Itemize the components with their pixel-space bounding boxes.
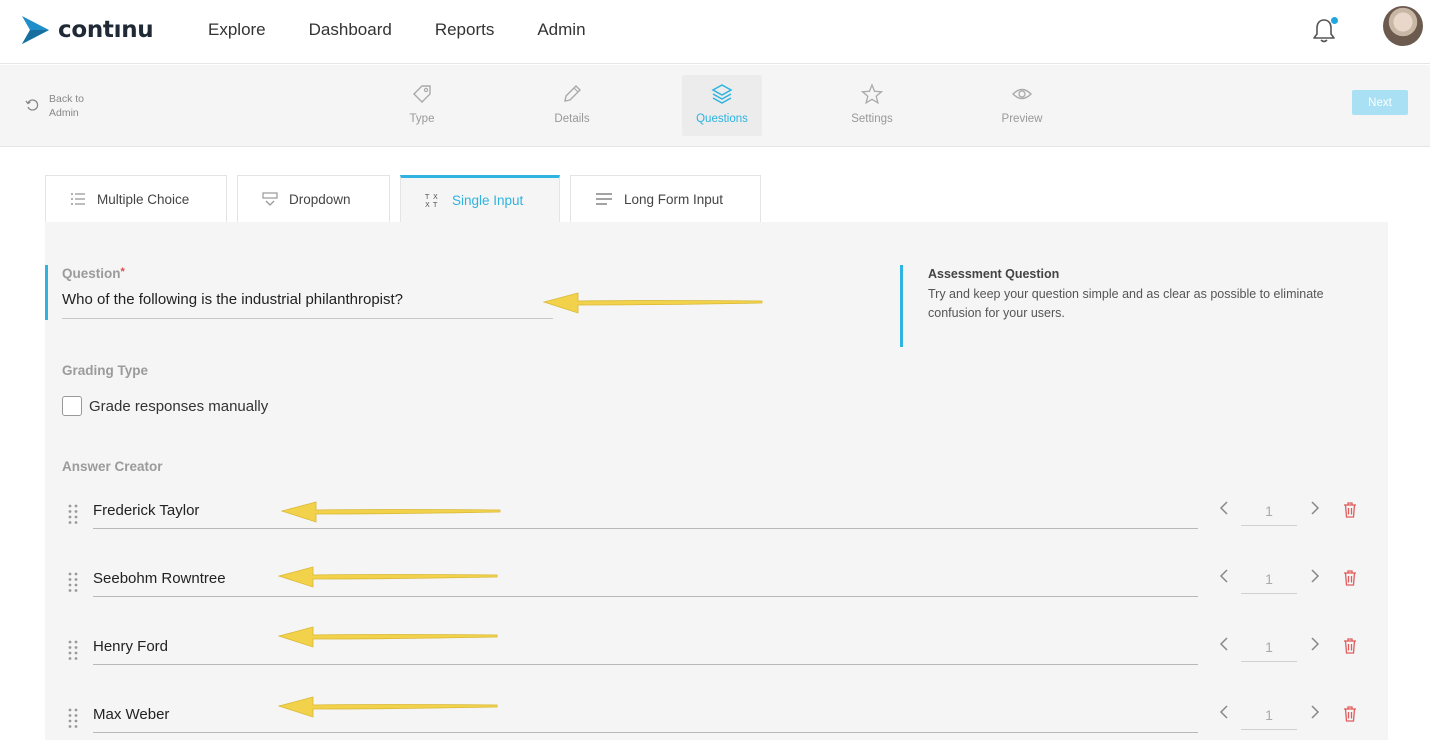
hint-title: Assessment Question <box>928 267 1060 281</box>
tab-dropdown[interactable]: Dropdown <box>237 175 390 222</box>
step-details[interactable]: Details <box>532 75 612 136</box>
layers-icon <box>711 84 733 104</box>
question-input[interactable]: Who of the following is the industrial p… <box>62 291 553 319</box>
logo-mark-icon <box>22 16 49 44</box>
svg-text:X: X <box>425 201 430 208</box>
answer-score[interactable]: 1 <box>1241 500 1297 526</box>
grade-manually-checkbox[interactable] <box>62 396 82 416</box>
question-field-group: Question* Who of the following is the in… <box>45 265 565 320</box>
text-format-icon: T X X T <box>425 193 438 208</box>
step-preview-label: Preview <box>1001 113 1043 125</box>
chevron-right-icon[interactable] <box>1308 636 1322 652</box>
pencil-icon <box>564 85 581 102</box>
required-mark: * <box>120 266 125 278</box>
star-icon <box>861 83 883 105</box>
drag-handle-icon[interactable] <box>68 708 78 728</box>
chevron-left-icon[interactable] <box>1217 500 1231 516</box>
main-nav: Explore Dashboard Reports Admin <box>208 20 629 40</box>
answer-row: Seebohm Rowntree 1 <box>45 562 1388 602</box>
back-to-admin-link[interactable]: Back to Admin <box>25 92 84 120</box>
answer-creator-label: Answer Creator <box>62 459 163 474</box>
svg-text:X: X <box>433 193 438 201</box>
top-navbar: contınu Explore Dashboard Reports Admin <box>0 0 1430 64</box>
drag-handle-icon[interactable] <box>68 640 78 660</box>
back-label-line2: Admin <box>49 107 79 119</box>
answer-input[interactable]: Seebohm Rowntree <box>93 570 1198 597</box>
next-button[interactable]: Next <box>1352 90 1408 115</box>
tag-icon <box>413 85 431 103</box>
svg-text:T: T <box>425 193 430 201</box>
step-settings-label: Settings <box>851 113 893 125</box>
wizard-step-bar: Back to Admin Type Details Questions Set… <box>0 65 1430 147</box>
nav-admin[interactable]: Admin <box>537 20 585 40</box>
chevron-left-icon[interactable] <box>1217 704 1231 720</box>
trash-icon[interactable] <box>1343 638 1357 654</box>
step-type-label: Type <box>409 113 435 125</box>
tab-multiple-choice-label: Multiple Choice <box>97 191 190 207</box>
question-label: Question* <box>62 266 125 281</box>
tab-multiple-choice[interactable]: Multiple Choice <box>45 175 227 222</box>
notification-dot <box>1331 17 1338 24</box>
step-settings[interactable]: Settings <box>832 75 912 136</box>
step-questions[interactable]: Questions <box>682 75 762 136</box>
trash-icon[interactable] <box>1343 570 1357 586</box>
nav-explore[interactable]: Explore <box>208 20 266 40</box>
answer-row: Henry Ford 1 <box>45 630 1388 670</box>
paragraph-icon <box>596 193 612 205</box>
grade-manually-option[interactable]: Grade responses manually <box>62 396 268 416</box>
nav-dashboard[interactable]: Dashboard <box>309 20 392 40</box>
tab-long-form-input-label: Long Form Input <box>624 191 724 207</box>
logo[interactable]: contınu <box>20 14 154 46</box>
drag-handle-icon[interactable] <box>68 572 78 592</box>
step-details-label: Details <box>554 113 590 125</box>
assessment-hint: Assessment Question Try and keep your qu… <box>900 265 1340 347</box>
notification-bell-icon[interactable] <box>1312 17 1338 45</box>
eye-icon <box>1012 88 1032 100</box>
back-label-line1: Back to <box>49 93 85 105</box>
dropdown-icon <box>262 192 278 206</box>
chevron-right-icon[interactable] <box>1308 500 1322 516</box>
undo-icon <box>25 99 39 111</box>
step-preview[interactable]: Preview <box>982 75 1062 136</box>
answer-input[interactable]: Max Weber <box>93 706 1198 733</box>
question-type-tabs: Multiple Choice Dropdown T X X T Single … <box>45 175 771 222</box>
answer-input[interactable]: Frederick Taylor <box>93 502 1198 529</box>
answer-input[interactable]: Henry Ford <box>93 638 1198 665</box>
tab-single-input-label: Single Input <box>452 192 524 208</box>
answer-score[interactable]: 1 <box>1241 636 1297 662</box>
answer-score[interactable]: 1 <box>1241 704 1297 730</box>
answer-score[interactable]: 1 <box>1241 568 1297 594</box>
drag-handle-icon[interactable] <box>68 504 78 524</box>
chevron-right-icon[interactable] <box>1308 568 1322 584</box>
hint-text: Try and keep your question simple and as… <box>928 287 1324 320</box>
grade-manually-label: Grade responses manually <box>89 397 269 415</box>
step-questions-label: Questions <box>696 113 748 125</box>
grading-type-label: Grading Type <box>62 363 149 378</box>
answer-row: Frederick Taylor 1 <box>45 494 1388 534</box>
tab-long-form-input[interactable]: Long Form Input <box>570 175 761 222</box>
chevron-left-icon[interactable] <box>1217 568 1231 584</box>
chevron-right-icon[interactable] <box>1308 704 1322 720</box>
answer-row: Max Weber 1 <box>45 698 1388 738</box>
trash-icon[interactable] <box>1343 706 1357 722</box>
trash-icon[interactable] <box>1343 502 1357 518</box>
svg-text:T: T <box>432 201 438 208</box>
question-editor-panel: Question* Who of the following is the in… <box>45 222 1388 740</box>
tab-single-input[interactable]: T X X T Single Input <box>400 175 560 222</box>
tab-dropdown-label: Dropdown <box>289 191 351 207</box>
list-icon <box>71 193 85 205</box>
step-type[interactable]: Type <box>382 75 462 136</box>
user-avatar[interactable] <box>1383 6 1423 46</box>
chevron-left-icon[interactable] <box>1217 636 1231 652</box>
nav-reports[interactable]: Reports <box>435 20 495 40</box>
logo-text: contınu <box>58 17 154 43</box>
wizard-steps: Type Details Questions Settings Preview <box>382 75 1132 136</box>
